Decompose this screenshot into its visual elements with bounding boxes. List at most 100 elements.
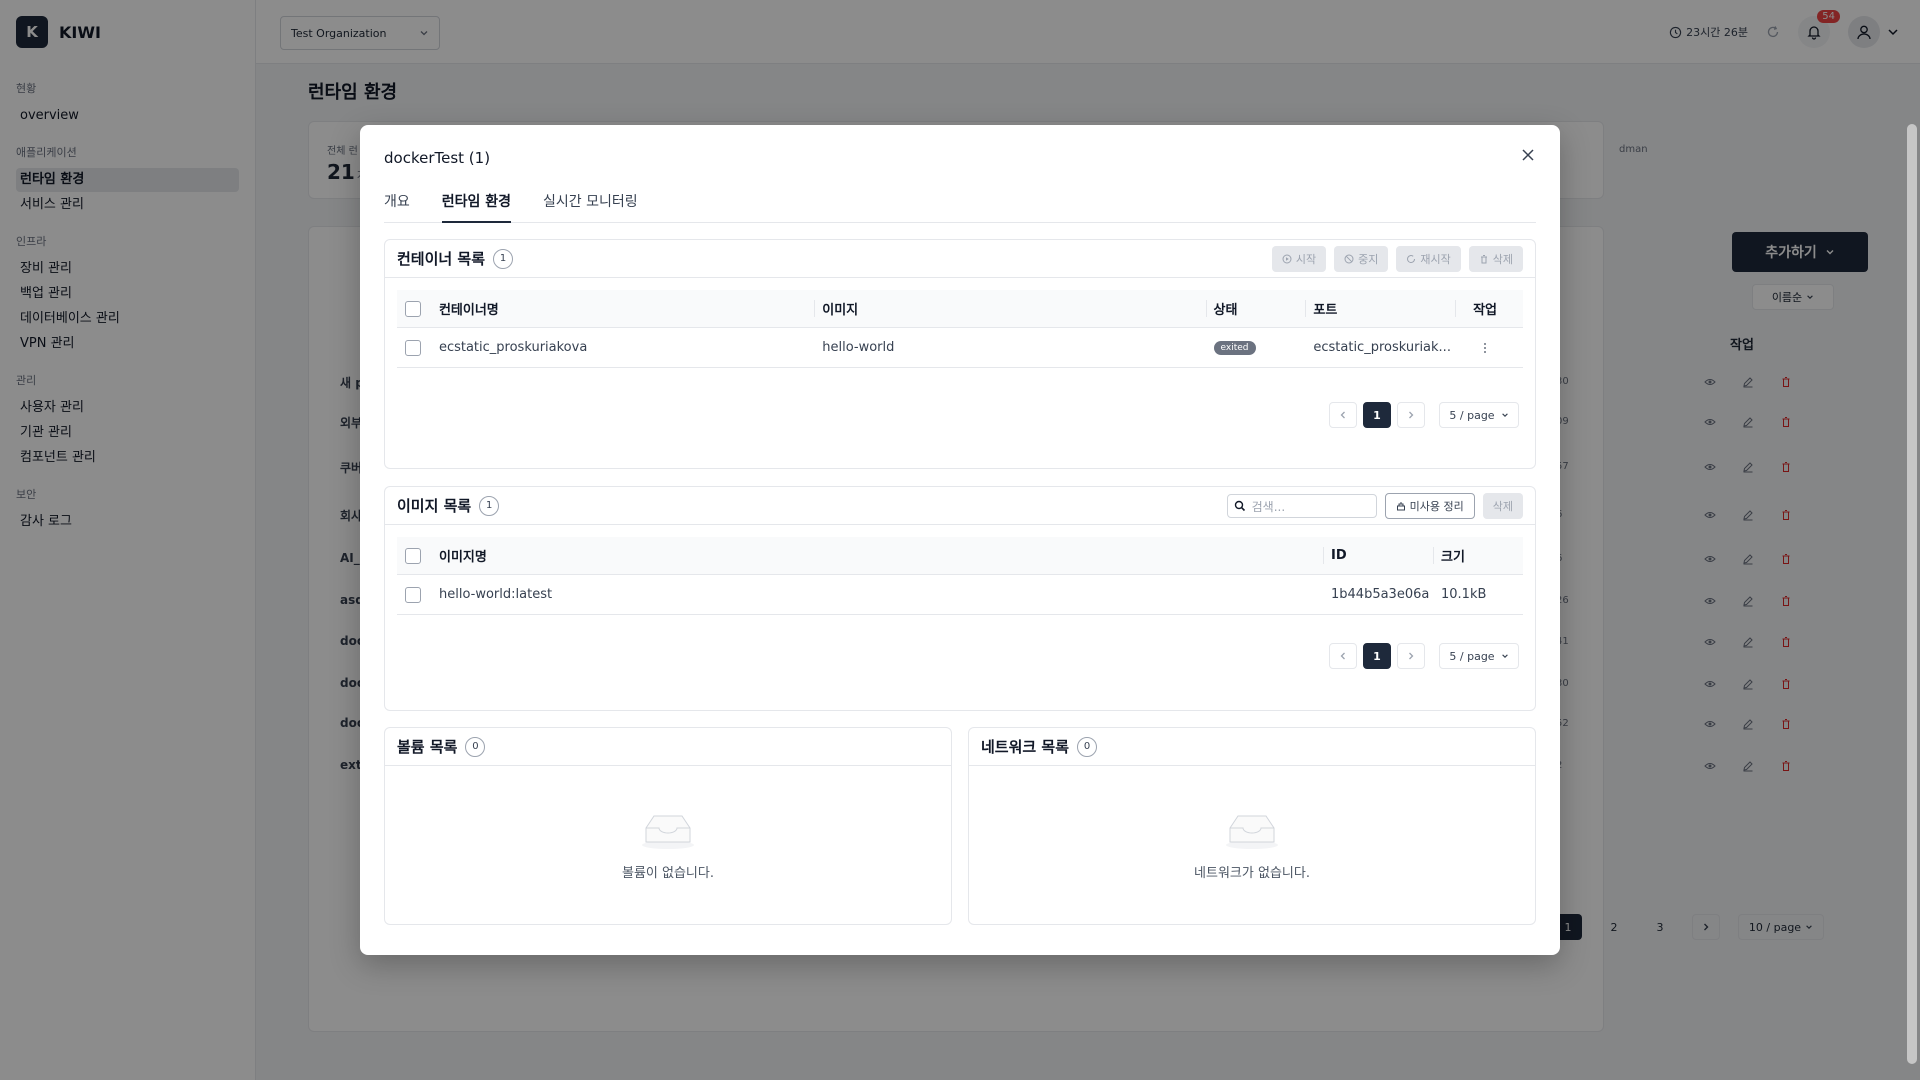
image-search-input[interactable]: 검색...: [1226, 494, 1377, 518]
empty-inbox-icon: [642, 815, 694, 849]
tab-overview[interactable]: 개요: [384, 189, 410, 223]
stop-button-label: 중지: [1358, 253, 1379, 266]
col-image-name: 이미지명: [439, 550, 487, 565]
page-size-value: 5 / page: [1449, 408, 1495, 422]
images-count-badge: 1: [479, 495, 500, 516]
volumes-panel-header: 볼륨 목록 0: [385, 728, 951, 766]
col-status: 상태: [1205, 290, 1306, 327]
prev-page-button[interactable]: [1329, 643, 1357, 669]
page-scrollbar[interactable]: [1904, 64, 1920, 1080]
row-actions: [1455, 328, 1523, 367]
containers-panel: 컨테이너 목록 1 시작 중지 재시작 삭제 컨테이너명 이미지 상태 포트 작…: [384, 239, 1536, 469]
restart-icon: [1407, 255, 1416, 264]
close-icon: [1522, 149, 1534, 161]
images-panel-header: 이미지 목록 1 검색... 미사용 정리 삭제: [385, 487, 1535, 525]
stop-icon: [1344, 254, 1354, 264]
col-image: 이미지: [814, 290, 1205, 327]
images-table: 이미지명 ID 크기 hello-world:latest 1b44b5a3e0…: [397, 537, 1523, 615]
chevron-down-icon: [1501, 413, 1508, 417]
status-badge: exited: [1213, 340, 1256, 355]
chevron-left-icon: [1340, 411, 1345, 419]
trash-icon: [1480, 255, 1487, 264]
row-checkbox[interactable]: [405, 586, 421, 603]
containers-panel-header: 컨테이너 목록 1 시작 중지 재시작 삭제: [385, 240, 1535, 278]
page-button[interactable]: 1: [1363, 402, 1391, 428]
image-name: hello-world:latest: [439, 587, 553, 602]
row-select-cell: [397, 575, 431, 614]
col-image-size: 크기: [1433, 537, 1523, 574]
chevron-right-icon: [1409, 652, 1414, 660]
table-row[interactable]: hello-world:latest 1b44b5a3e06a 10.1kB: [397, 575, 1523, 615]
container-status-cell: exited: [1206, 328, 1306, 367]
networks-panel-header: 네트워크 목록 0: [969, 728, 1535, 766]
volumes-title: 볼륨 목록: [397, 738, 458, 756]
delete-button[interactable]: 삭제: [1468, 246, 1523, 272]
chevron-right-icon: [1409, 411, 1414, 419]
tab-runtime[interactable]: 런타임 환경: [441, 189, 512, 223]
search-icon: [1234, 500, 1245, 512]
start-button-label: 시작: [1295, 253, 1317, 266]
restart-button[interactable]: 재시작: [1396, 246, 1461, 272]
restart-button-label: 재시작: [1420, 253, 1451, 266]
more-vertical-icon[interactable]: [1483, 342, 1487, 354]
page-size-value: 5 / page: [1449, 649, 1495, 663]
row-select-cell: [397, 328, 431, 367]
select-all-checkbox[interactable]: [405, 300, 421, 317]
col-port: 포트: [1305, 290, 1455, 327]
play-icon: [1282, 254, 1292, 264]
containers-count-badge: 1: [493, 248, 514, 269]
delete-image-label: 삭제: [1492, 500, 1513, 513]
modal-title: dockerTest (1): [384, 149, 491, 167]
container-image: hello-world: [822, 340, 895, 355]
modal-tabs: 개요 런타임 환경 실시간 모니터링: [384, 189, 1536, 223]
networks-title: 네트워크 목록: [981, 738, 1070, 756]
container-name: ecstatic_proskuriakova: [438, 340, 588, 355]
images-pagination: 1 5 / page: [1329, 643, 1519, 669]
scrollbar-thumb[interactable]: [1907, 124, 1917, 1064]
col-container-name: 컨테이너명: [438, 303, 499, 318]
image-size: 10.1kB: [1441, 587, 1487, 602]
close-button[interactable]: [1516, 143, 1540, 167]
chevron-down-icon: [1501, 654, 1508, 658]
page-button[interactable]: 1: [1363, 643, 1391, 669]
volumes-empty-text: 볼륨이 없습니다.: [622, 865, 714, 881]
stop-button[interactable]: 중지: [1334, 246, 1389, 272]
networks-count-badge: 0: [1077, 736, 1098, 757]
networks-empty-text: 네트워크가 없습니다.: [1194, 865, 1310, 881]
next-page-button[interactable]: [1397, 402, 1425, 428]
table-row[interactable]: ecstatic_proskuriakova hello-world exite…: [397, 328, 1523, 368]
networks-empty-state: 네트워크가 없습니다.: [969, 766, 1535, 924]
start-button[interactable]: 시작: [1271, 246, 1327, 272]
col-action: 작업: [1455, 290, 1523, 327]
volumes-panel: 볼륨 목록 0 볼륨이 없습니다.: [384, 727, 952, 925]
table-header: 컨테이너명 이미지 상태 포트 작업: [397, 290, 1523, 328]
tab-monitoring[interactable]: 실시간 모니터링: [543, 189, 638, 223]
volumes-empty-state: 볼륨이 없습니다.: [385, 766, 951, 924]
empty-inbox-icon: [1226, 815, 1278, 849]
containers-table: 컨테이너명 이미지 상태 포트 작업 ecstatic_proskuriakov…: [397, 290, 1523, 368]
table-header: 이미지명 ID 크기: [397, 537, 1523, 575]
page-size-select[interactable]: 5 / page: [1439, 402, 1519, 428]
col-image-id: ID: [1323, 537, 1433, 574]
next-page-button[interactable]: [1397, 643, 1425, 669]
search-placeholder: 검색...: [1251, 499, 1286, 514]
row-checkbox[interactable]: [405, 339, 421, 356]
delete-button-label: 삭제: [1492, 253, 1513, 266]
image-actions: 검색... 미사용 정리 삭제: [1226, 493, 1523, 519]
chevron-left-icon: [1340, 652, 1345, 660]
select-all-cell: [397, 290, 431, 327]
select-all-checkbox[interactable]: [405, 547, 421, 564]
cleanup-icon: [1396, 502, 1405, 511]
image-id: 1b44b5a3e06a: [1331, 587, 1430, 602]
page-size-select[interactable]: 5 / page: [1439, 643, 1519, 669]
images-title: 이미지 목록: [397, 497, 472, 515]
runtime-detail-modal: dockerTest (1) 개요 런타임 환경 실시간 모니터링 컨테이너 목…: [360, 125, 1560, 955]
prune-unused-button[interactable]: 미사용 정리: [1384, 493, 1475, 519]
containers-pagination: 1 5 / page: [1329, 402, 1519, 428]
networks-panel: 네트워크 목록 0 네트워크가 없습니다.: [968, 727, 1536, 925]
delete-image-button[interactable]: 삭제: [1482, 493, 1523, 519]
containers-title: 컨테이너 목록: [397, 250, 486, 268]
container-actions: 시작 중지 재시작 삭제: [1271, 246, 1523, 272]
prev-page-button[interactable]: [1329, 402, 1357, 428]
container-port: ecstatic_proskuriak...: [1313, 340, 1451, 355]
